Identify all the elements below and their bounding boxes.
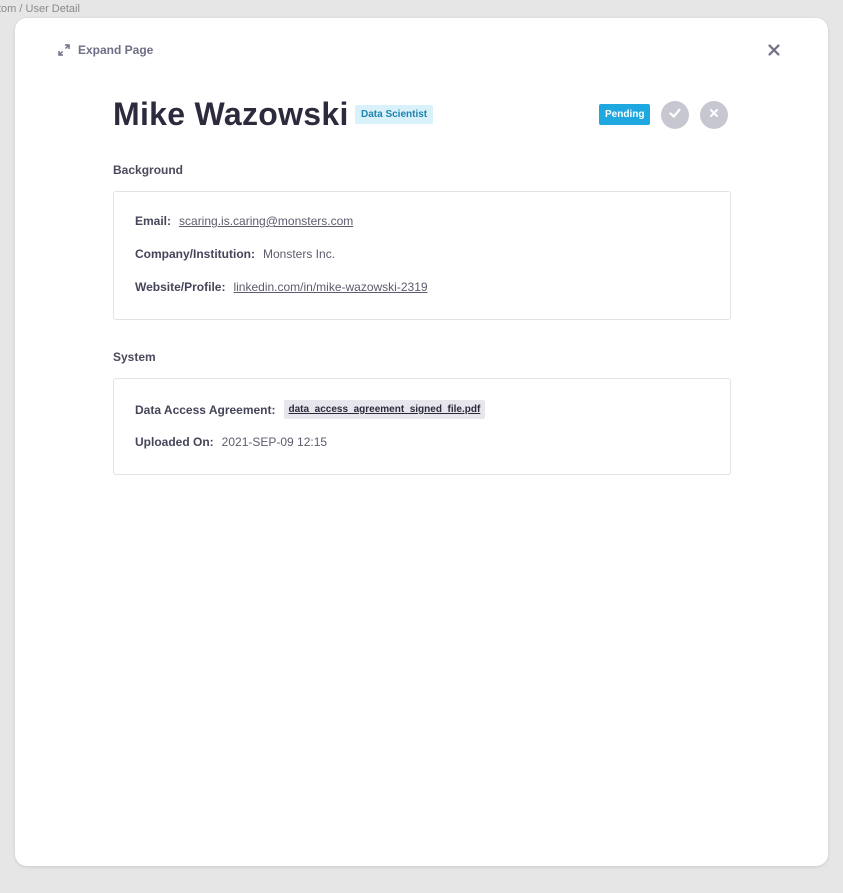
role-badge: Data Scientist [355, 105, 434, 124]
email-label: Email: [135, 214, 172, 228]
agreement-label: Data Access Agreement: [135, 402, 276, 417]
uploaded-label: Uploaded On: [135, 435, 214, 449]
uploaded-value: 2021-SEP-09 12:15 [221, 435, 328, 449]
user-header: Mike Wazowski Data Scientist Pending [113, 96, 730, 136]
email-link[interactable]: scaring.is.caring@monsters.com [179, 214, 353, 228]
background-panel: Email: scaring.is.caring@monsters.com Co… [113, 191, 731, 320]
user-name: Mike Wazowski [113, 96, 349, 132]
user-detail-modal: Expand Page Mike Wazowski Data Scientist… [15, 18, 828, 866]
close-icon[interactable] [766, 42, 782, 58]
company-row: Company/Institution: Monsters Inc. [135, 247, 335, 261]
email-row: Email: scaring.is.caring@monsters.com [135, 214, 353, 228]
company-label: Company/Institution: [135, 247, 255, 261]
uploaded-row: Uploaded On: 2021-SEP-09 12:15 [135, 435, 327, 449]
website-row: Website/Profile: linkedin.com/in/mike-wa… [135, 280, 428, 294]
website-label: Website/Profile: [135, 280, 226, 294]
agreement-row: Data Access Agreement: data_access_agree… [135, 400, 486, 419]
background-section-title: Background [113, 163, 184, 177]
website-link[interactable]: linkedin.com/in/mike-wazowski-2319 [233, 280, 427, 294]
approve-button[interactable] [661, 101, 689, 129]
system-section-title: System [113, 350, 156, 364]
x-icon [708, 106, 720, 124]
agreement-file-link[interactable]: data_access_agreement_signed_file.pdf [283, 400, 486, 419]
company-value: Monsters Inc. [263, 247, 336, 261]
system-panel: Data Access Agreement: data_access_agree… [113, 378, 731, 475]
expand-page-button[interactable]: Expand Page [58, 43, 153, 57]
reject-button[interactable] [700, 101, 728, 129]
status-badge: Pending [599, 104, 651, 125]
breadcrumb: tom / User Detail [0, 3, 80, 15]
expand-icon [58, 44, 70, 56]
checkmark-icon [668, 106, 682, 125]
expand-page-label: Expand Page [78, 43, 154, 57]
